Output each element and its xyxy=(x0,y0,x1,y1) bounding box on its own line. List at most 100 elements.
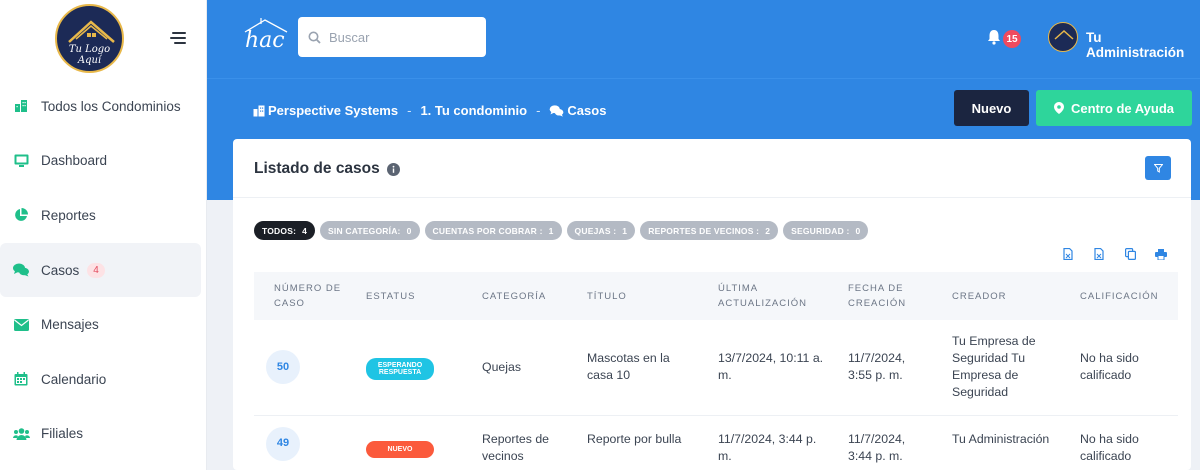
brand-logo[interactable]: hac xyxy=(241,16,291,60)
table-row[interactable]: 49 NUEVO Reportes de vecinos Reporte por… xyxy=(254,415,1178,470)
chip-count: 0 xyxy=(855,225,861,236)
column-header-calificacion[interactable]: CALIFICACIÓN xyxy=(1060,272,1178,320)
chip-label: QUEJAS : xyxy=(574,225,617,236)
sidebar-item-label: Mensajes xyxy=(41,317,99,333)
filter-icon xyxy=(1153,163,1163,173)
search-input[interactable] xyxy=(329,29,469,45)
sidebar-item-label: Calendario xyxy=(41,371,107,387)
chip-count: 2 xyxy=(765,225,771,236)
column-header-estatus[interactable]: ESTATUS xyxy=(346,272,462,320)
pie-chart-icon xyxy=(12,206,30,224)
map-pin-icon xyxy=(1053,102,1064,114)
column-header-titulo[interactable]: TÍTULO xyxy=(567,272,698,320)
breadcrumb-item-condominio[interactable]: 1. Tu condominio xyxy=(420,103,527,118)
case-rating: No ha sido calificado xyxy=(1080,351,1139,383)
sidebar-item-label: Reportes xyxy=(41,207,96,223)
breadcrumb-separator: - xyxy=(407,103,412,118)
cases-table: NÚMERO DE CASO ESTATUS CATEGORÍA TÍTULO … xyxy=(254,272,1178,470)
help-center-label: Centro de Ayuda xyxy=(1070,100,1175,116)
chip-count: 4 xyxy=(302,225,308,236)
copy-icon[interactable] xyxy=(1123,247,1137,261)
calendar-icon xyxy=(12,370,30,388)
buildings-icon xyxy=(12,97,30,115)
case-rating: No ha sido calificado xyxy=(1080,431,1139,463)
sidebar-item-todos-los-condominios[interactable]: Todos los Condominios xyxy=(0,79,207,134)
case-created: 11/7/2024, 3:55 p. m. xyxy=(848,351,906,383)
sidebar-item-label: Dashboard xyxy=(41,153,108,169)
help-center-button[interactable]: Centro de Ayuda xyxy=(1036,90,1192,126)
sidebar-item-mensajes[interactable]: Mensajes xyxy=(0,297,207,352)
case-creator: Tu Administración xyxy=(952,431,1050,446)
export-tools xyxy=(1061,247,1185,261)
chip-todos[interactable]: TODOS: 4 xyxy=(254,221,316,240)
info-icon[interactable] xyxy=(386,162,400,176)
monitor-icon xyxy=(12,152,30,170)
chat-bubbles-icon xyxy=(550,104,564,117)
column-header-numero[interactable]: NÚMERO DE CASO xyxy=(254,272,346,320)
export-excel-icon[interactable] xyxy=(1092,247,1106,261)
chat-bubbles-icon xyxy=(12,261,30,279)
chip-seguridad[interactable]: SEGURIDAD : 0 xyxy=(783,221,869,240)
print-icon[interactable] xyxy=(1154,247,1168,261)
case-creator: Tu Empresa de Seguridad Tu Empresa de Se… xyxy=(952,334,1036,400)
breadcrumb-label: 1. Tu condominio xyxy=(420,103,528,118)
breadcrumb-separator: - xyxy=(536,103,541,118)
menu-toggle-icon[interactable] xyxy=(170,32,186,44)
case-updated: 11/7/2024, 3:44 p. m. xyxy=(718,431,817,463)
case-number-link[interactable]: 50 xyxy=(266,350,300,385)
bell-icon[interactable] xyxy=(985,28,1003,46)
table-row[interactable]: 50 ESPERANDO RESPUESTA Quejas Mascotas e… xyxy=(254,320,1178,415)
brand-text: hac xyxy=(245,28,285,53)
breadcrumb-item-company[interactable]: Perspective Systems xyxy=(253,103,398,118)
user-name[interactable]: Tu Administración xyxy=(1086,30,1200,60)
table-header-row: NÚMERO DE CASO ESTATUS CATEGORÍA TÍTULO … xyxy=(254,272,1178,320)
chip-label: TODOS: xyxy=(262,225,297,236)
avatar[interactable] xyxy=(1048,22,1078,52)
users-icon xyxy=(12,425,30,443)
topbar: hac 15 Tu Administración xyxy=(207,0,1200,78)
case-title: Mascotas en la casa 10 xyxy=(587,351,670,383)
chip-label: SEGURIDAD : xyxy=(791,225,850,236)
breadcrumb-label: Perspective Systems xyxy=(268,103,399,118)
case-updated: 13/7/2024, 10:11 a. m. xyxy=(718,351,824,383)
chip-cuentas-por-cobrar[interactable]: CUENTAS POR COBRAR : 1 xyxy=(424,221,562,240)
sidebar: Tu Logo Aquí Todos los Condominios Dashb… xyxy=(0,0,207,470)
new-case-button[interactable]: Nuevo xyxy=(954,90,1029,126)
sidebar-item-reportes[interactable]: Reportes xyxy=(0,188,207,243)
chip-reportes-de-vecinos[interactable]: REPORTES DE VECINOS : 2 xyxy=(640,221,779,240)
chip-count: 0 xyxy=(406,225,412,236)
search-icon xyxy=(308,31,321,44)
logo-text: Tu Logo Aquí xyxy=(68,44,111,66)
filter-button[interactable] xyxy=(1145,156,1171,180)
sidebar-item-casos[interactable]: Casos 4 xyxy=(0,242,201,298)
column-header-categoria[interactable]: CATEGORÍA xyxy=(462,272,567,320)
case-created: 11/7/2024, 3:44 p. m. xyxy=(848,431,906,463)
cases-card: Listado de casos TODOS: 4 SIN CATEGORÍA: 0… xyxy=(233,139,1191,470)
status-badge: NUEVO xyxy=(366,440,434,458)
chip-sin-categoria[interactable]: SIN CATEGORÍA: 0 xyxy=(320,221,420,240)
company-logo[interactable]: Tu Logo Aquí xyxy=(55,4,124,73)
sidebar-item-label: Casos xyxy=(41,262,80,278)
page-title: Listado de casos xyxy=(254,160,400,178)
case-category: Quejas xyxy=(482,359,521,374)
status-badge: ESPERANDO RESPUESTA xyxy=(366,357,434,380)
sidebar-item-dashboard[interactable]: Dashboard xyxy=(0,134,207,189)
case-category: Reportes de vecinos xyxy=(482,431,549,463)
case-number-link[interactable]: 49 xyxy=(266,426,300,461)
buildings-icon xyxy=(253,105,265,116)
chip-count: 1 xyxy=(548,225,554,236)
sidebar-item-calendario[interactable]: Calendario xyxy=(0,352,207,407)
column-header-ultima-actualizacion[interactable]: ÚLTIMA ACTUALIZACIÓN xyxy=(698,272,828,320)
casos-count-badge: 4 xyxy=(87,262,105,278)
envelope-icon xyxy=(12,316,30,334)
sidebar-item-label: Filiales xyxy=(41,426,84,442)
breadcrumb-item-casos[interactable]: Casos xyxy=(549,103,606,118)
column-header-fecha-creacion[interactable]: FECHA DE CREACIÓN xyxy=(828,272,932,320)
case-title: Reporte por bulla xyxy=(587,431,682,446)
column-header-creador[interactable]: CREADOR xyxy=(932,272,1060,320)
chip-quejas[interactable]: QUEJAS : 1 xyxy=(566,221,636,240)
sidebar-item-filiales[interactable]: Filiales xyxy=(0,407,207,462)
export-csv-icon[interactable] xyxy=(1061,247,1075,261)
search-box[interactable] xyxy=(298,17,486,57)
breadcrumb-label: Casos xyxy=(567,103,607,118)
